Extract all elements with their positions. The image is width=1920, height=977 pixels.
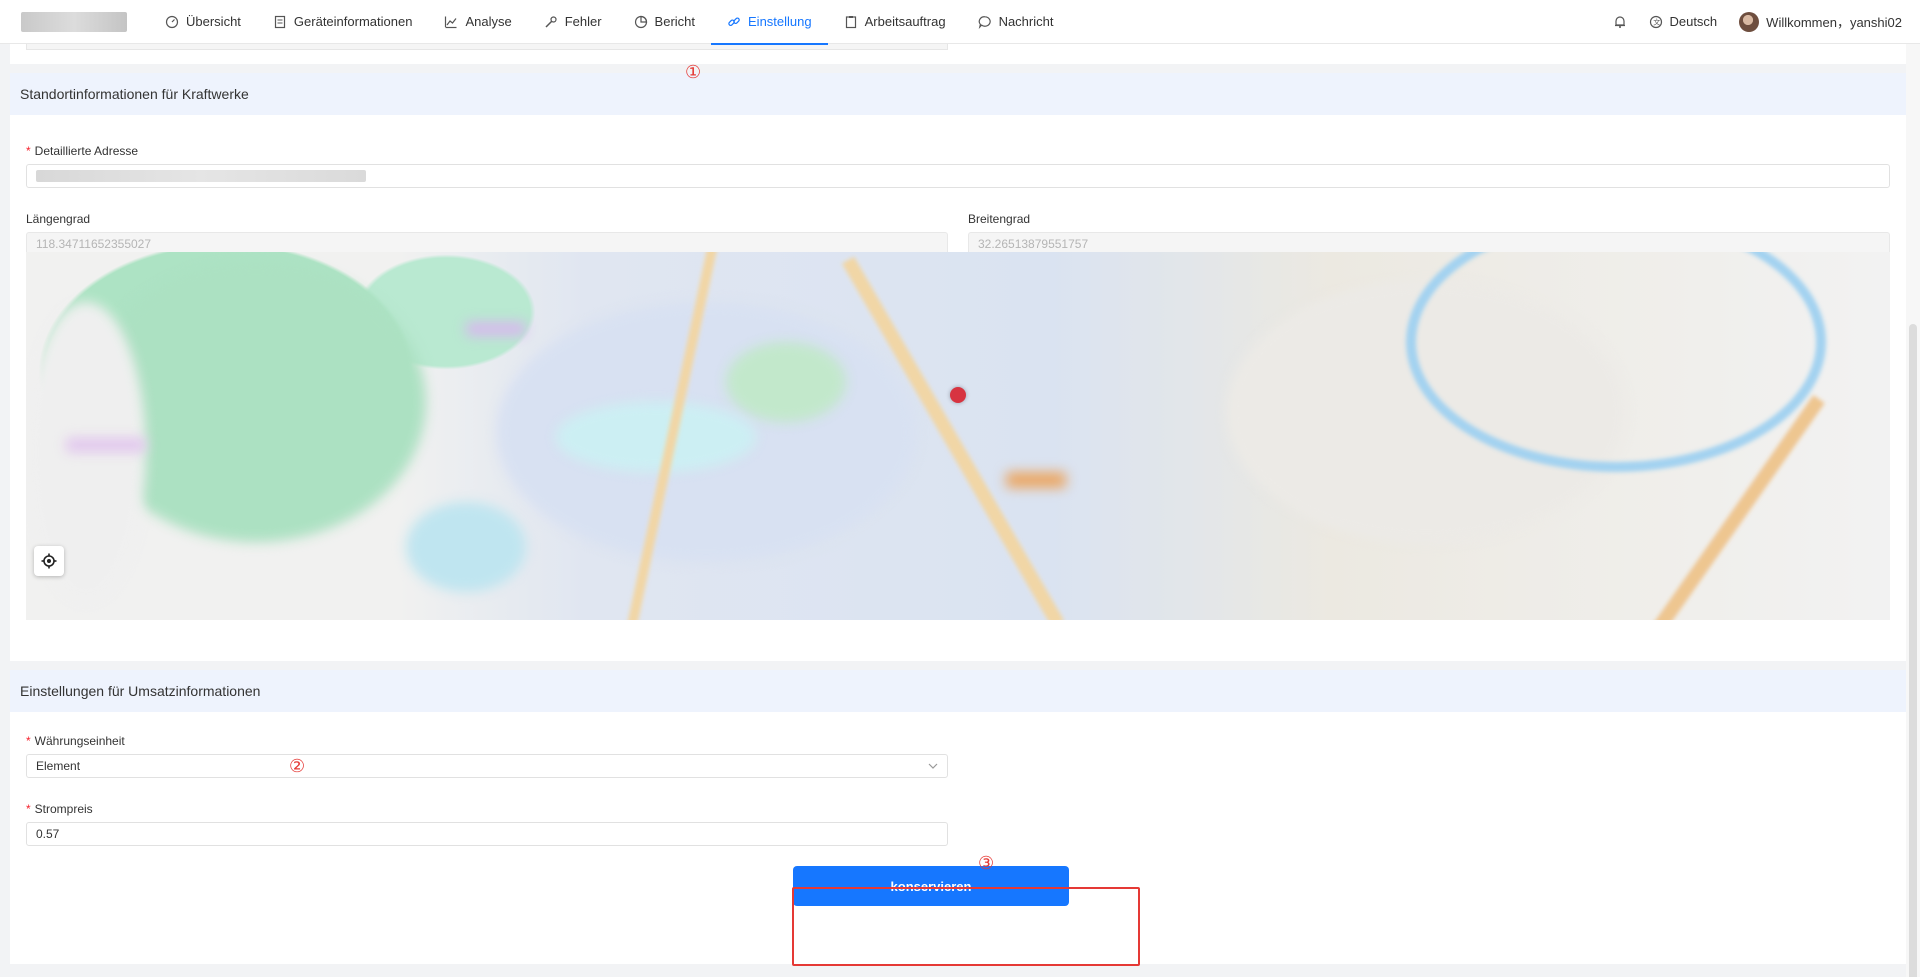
price-input[interactable]: 0.57 xyxy=(26,822,948,846)
translate-icon: 文 xyxy=(1650,15,1663,28)
annotation-number-3: ③ xyxy=(978,853,995,874)
section-title: Standortinformationen für Kraftwerke xyxy=(10,73,1906,115)
svg-text:文: 文 xyxy=(1654,17,1661,26)
welcome-text: Willkommen，yanshi02 xyxy=(1766,15,1902,30)
previous-section-tail xyxy=(10,44,1906,64)
nav-item-device-info[interactable]: Geräteinformationen xyxy=(257,0,429,44)
dashboard-icon xyxy=(165,15,179,28)
nav-item-report[interactable]: Bericht xyxy=(618,0,711,44)
chat-icon xyxy=(978,15,991,29)
pie-icon xyxy=(634,15,647,28)
nav-label: Einstellung xyxy=(748,14,812,29)
nav-item-faults[interactable]: Fehler xyxy=(528,0,618,44)
scrollbar[interactable] xyxy=(1906,44,1920,977)
user-menu[interactable]: Willkommen，yanshi02 xyxy=(1739,11,1902,32)
location-marker-icon[interactable] xyxy=(950,387,966,403)
nav-label: Bericht xyxy=(654,14,696,29)
language-switcher[interactable]: 文 Deutsch xyxy=(1649,14,1717,29)
price-label: * Strompreis xyxy=(26,802,93,816)
nav-label: Arbeitsauftrag xyxy=(864,14,946,29)
notifications-button[interactable] xyxy=(1613,15,1627,29)
map-view[interactable] xyxy=(26,252,1890,620)
scrollbar-thumb[interactable] xyxy=(1909,324,1917,977)
section-title: Einstellungen für Umsatzinformationen xyxy=(10,670,1906,712)
link-icon xyxy=(728,16,740,26)
currency-label: * Währungseinheit xyxy=(26,734,125,748)
nav-item-settings[interactable]: Einstellung xyxy=(711,0,828,45)
nav-item-overview[interactable]: Übersicht xyxy=(149,0,257,44)
top-navigation: Übersicht Geräteinformationen Analyse Fe… xyxy=(0,0,1920,45)
nav-label: Fehler xyxy=(564,14,602,29)
annotation-number-1: ① xyxy=(685,62,702,83)
clipboard-icon xyxy=(845,15,856,28)
nav-item-messages[interactable]: Nachricht xyxy=(962,0,1070,44)
redacted-address xyxy=(36,170,366,182)
currency-select[interactable]: Element xyxy=(26,754,948,778)
address-input[interactable] xyxy=(26,164,1890,188)
currency-value: Element xyxy=(36,759,81,773)
annotation-box-3 xyxy=(792,887,1140,966)
latitude-label: Breitengrad xyxy=(968,212,1031,226)
nav-label: Analyse xyxy=(465,14,512,29)
nav-label: Übersicht xyxy=(186,14,241,29)
nav-label: Geräteinformationen xyxy=(293,14,413,29)
logo[interactable] xyxy=(21,11,127,32)
annotation-number-2: ② xyxy=(289,756,306,777)
locate-button[interactable] xyxy=(34,546,64,576)
main-content: Standortinformationen für Kraftwerke * De… xyxy=(10,44,1906,977)
address-label: * Detaillierte Adresse xyxy=(26,144,139,158)
wrench-icon xyxy=(545,15,557,28)
nav-item-work-order[interactable]: Arbeitsauftrag xyxy=(828,0,962,44)
avatar xyxy=(1739,11,1760,32)
nav-label: Nachricht xyxy=(998,14,1054,29)
location-section: Standortinformationen für Kraftwerke * De… xyxy=(10,73,1906,661)
crosshair-icon xyxy=(41,553,57,569)
chart-icon xyxy=(445,16,457,28)
nav-item-analysis[interactable]: Analyse xyxy=(428,0,527,44)
language-label: Deutsch xyxy=(1669,14,1718,29)
chevron-down-icon xyxy=(928,763,938,769)
bell-icon xyxy=(1615,15,1626,28)
list-icon xyxy=(274,15,286,28)
longitude-label: Längengrad xyxy=(26,212,91,226)
